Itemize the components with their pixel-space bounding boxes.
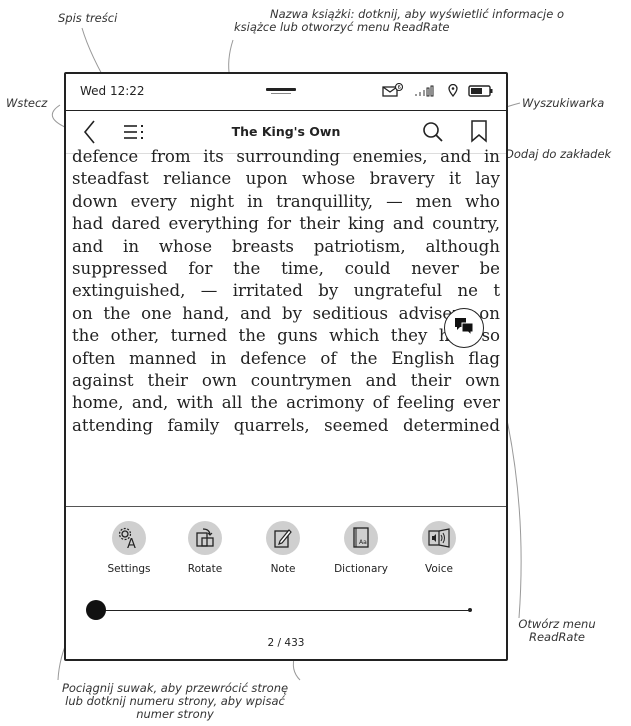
text-line: against their own countrymen and their o… xyxy=(72,371,500,391)
bookmark-icon[interactable] xyxy=(470,119,488,147)
page-number[interactable]: 2 / 433 xyxy=(66,637,506,649)
text-line: and in whose breasts patriotism, althoug… xyxy=(72,236,500,256)
dictionary-badge: Aa xyxy=(359,539,367,546)
ereader-screen: Wed 12:22 6 The King's Own defence from … xyxy=(64,72,508,661)
book-text[interactable]: defence from its surrounding enemies, an… xyxy=(72,146,500,508)
text-line: down every night in tranquillity, — men … xyxy=(72,191,500,211)
settings-button[interactable]: A Settings xyxy=(94,521,164,575)
page-slider-end xyxy=(468,608,472,612)
page-slider-knob[interactable] xyxy=(86,600,106,620)
dictionary-label: Dictionary xyxy=(334,563,388,575)
readrate-button[interactable] xyxy=(444,308,484,348)
panel-handle-shadow xyxy=(271,93,291,94)
panel-handle[interactable] xyxy=(266,88,296,91)
note-label: Note xyxy=(270,563,296,575)
status-time: Wed 12:22 xyxy=(80,84,145,98)
page-slider-track[interactable] xyxy=(102,610,470,611)
voice-button[interactable]: Voice xyxy=(404,521,474,575)
signal-icon xyxy=(414,82,438,101)
settings-icon: A xyxy=(112,521,146,555)
note-icon xyxy=(266,521,300,555)
battery-icon xyxy=(468,82,494,101)
text-line: the other, turned the guns which they ha… xyxy=(72,326,500,346)
dictionary-icon: Aa xyxy=(344,521,378,555)
location-icon xyxy=(448,82,458,101)
text-line: extinguished, — irritated by ungrateful … xyxy=(72,281,500,301)
rotate-button[interactable]: Rotate xyxy=(170,521,240,575)
readrate-chat-icon xyxy=(453,316,475,340)
rotate-label: Rotate xyxy=(187,563,223,575)
text-line: often manned in defence of the English f… xyxy=(72,348,500,368)
status-icons: 6 xyxy=(382,82,494,101)
quick-menu-panel: A Settings Rotate Note Aa Dictionary Voi… xyxy=(66,506,506,659)
text-line: had dared everything for their king and … xyxy=(72,214,500,234)
rotate-icon xyxy=(188,521,222,555)
svg-text:A: A xyxy=(127,537,136,549)
voice-label: Voice xyxy=(425,563,453,575)
search-icon[interactable] xyxy=(422,121,444,147)
dictionary-button[interactable]: Aa Dictionary xyxy=(326,521,396,575)
svg-text:6: 6 xyxy=(398,85,401,91)
settings-label: Settings xyxy=(107,563,151,575)
note-button[interactable]: Note xyxy=(248,521,318,575)
text-line: home, and, with all the acrimony of feel… xyxy=(72,393,500,413)
text-line: on the one hand, and by seditious advise… xyxy=(72,303,500,323)
text-line: attending family quarrels, seemed determ… xyxy=(72,415,500,435)
mail-sync-icon: 6 xyxy=(382,82,404,101)
text-line: steadfast reliance upon whose bravery it… xyxy=(72,169,500,189)
text-line: suppressed for the time, could never be xyxy=(72,259,500,279)
voice-icon xyxy=(422,521,456,555)
text-line: defence from its surrounding enemies, an… xyxy=(72,147,500,166)
status-bar: Wed 12:22 6 xyxy=(66,74,506,108)
